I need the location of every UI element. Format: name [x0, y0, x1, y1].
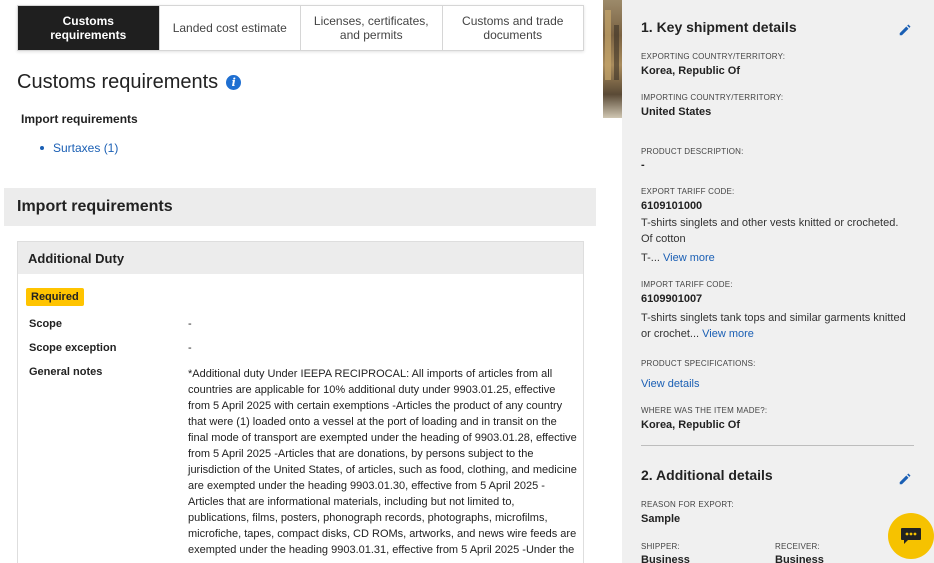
surtaxes-link[interactable]: Surtaxes (1) — [40, 141, 118, 155]
product-specs-caption: PRODUCT SPECIFICATIONS: — [641, 359, 756, 368]
import-tariff-description: T-shirts singlets tank tops and similar … — [641, 312, 906, 340]
edit-pencil-icon[interactable] — [898, 23, 912, 37]
additional-duty-card: Additional Duty Required Scope - Scope e… — [17, 241, 584, 563]
surtaxes-link-label: Surtaxes (1) — [53, 141, 119, 155]
page: Customs requirements Landed cost estimat… — [0, 0, 934, 563]
exporting-caption: EXPORTING COUNTRY/TERRITORY: — [641, 52, 786, 61]
tab-customs-documents[interactable]: Customs and trade documents — [441, 6, 584, 50]
tab-landed-cost-estimate[interactable]: Landed cost estimate — [158, 6, 301, 50]
scope-value: - — [188, 318, 192, 330]
general-notes-label: General notes — [29, 366, 103, 378]
item-made-value: Korea, Republic Of — [641, 419, 741, 431]
required-badge: Required — [26, 288, 84, 306]
receiver-value: Business — [775, 554, 824, 563]
tab-customs-requirements[interactable]: Customs requirements — [18, 6, 159, 50]
export-view-more-link[interactable]: View more — [663, 252, 715, 264]
import-tariff-caption: IMPORT TARIFF CODE: — [641, 280, 733, 289]
scope-exception-value: - — [188, 342, 192, 354]
gutter — [603, 118, 622, 563]
product-description-value: - — [641, 159, 645, 171]
scope-exception-label: Scope exception — [29, 342, 117, 354]
customs-main: Customs requirements Landed cost estimat… — [0, 0, 603, 563]
chat-button[interactable] — [888, 513, 934, 559]
page-title: Customs requirements — [17, 71, 219, 93]
shipment-details-panel: 1. Key shipment details EXPORTING COUNTR… — [622, 0, 934, 563]
import-requirements-band: Import requirements — [4, 188, 596, 226]
bullet-dot-icon — [40, 146, 44, 150]
import-tariff-code: 6109901007 — [641, 293, 703, 305]
info-icon[interactable]: i — [226, 75, 242, 90]
import-requirements-heading: Import requirements — [21, 112, 138, 126]
section-divider — [641, 445, 914, 446]
additional-duty-title: Additional Duty — [18, 242, 583, 274]
view-details-link[interactable]: View details — [641, 376, 911, 392]
import-view-more-link[interactable]: View more — [702, 328, 754, 340]
importing-value: United States — [641, 106, 712, 118]
export-tariff-code: 6109101000 — [641, 200, 703, 212]
product-description-caption: PRODUCT DESCRIPTION: — [641, 147, 744, 156]
tab-licenses-certificates[interactable]: Licenses, certificates, and permits — [300, 6, 442, 50]
background-photo-strip — [603, 0, 622, 118]
export-tariff-description: T-shirts singlets and other vests knitte… — [641, 217, 899, 245]
importing-caption: IMPORTING COUNTRY/TERRITORY: — [641, 93, 784, 102]
reason-caption: REASON FOR EXPORT: — [641, 500, 734, 509]
export-tariff-more-row: T-... View more — [641, 250, 911, 266]
scope-label: Scope — [29, 318, 63, 330]
shipper-caption: SHIPPER: — [641, 542, 680, 551]
key-shipment-title: 1. Key shipment details — [641, 19, 797, 35]
export-tariff-caption: EXPORT TARIFF CODE: — [641, 187, 735, 196]
shipper-value: Business — [641, 554, 690, 563]
additional-details-title: 2. Additional details — [641, 467, 773, 483]
page-title-row: Customs requirements i — [17, 71, 242, 94]
tab-bar: Customs requirements Landed cost estimat… — [17, 5, 584, 51]
chat-bubble-icon — [901, 528, 921, 544]
import-tariff-description-row: T-shirts singlets tank tops and similar … — [641, 310, 911, 342]
general-notes-value: *Additional duty Under IEEPA RECIPROCAL:… — [188, 368, 577, 556]
exporting-value: Korea, Republic Of — [641, 65, 741, 77]
export-tariff-truncated: T-... — [641, 252, 660, 264]
receiver-caption: RECEIVER: — [775, 542, 820, 551]
item-made-caption: WHERE WAS THE ITEM MADE?: — [641, 406, 768, 415]
reason-value: Sample — [641, 513, 681, 525]
edit-pencil-icon[interactable] — [898, 472, 912, 486]
